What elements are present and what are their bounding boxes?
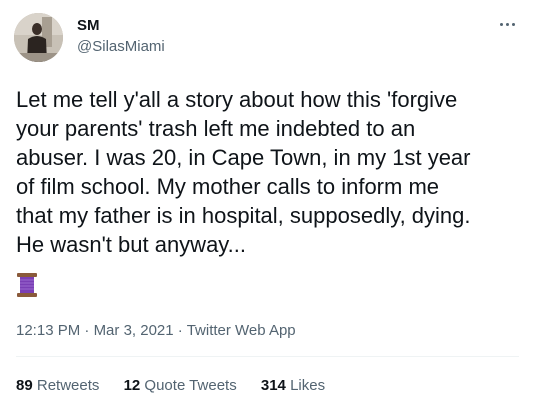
meta-separator: · bbox=[177, 322, 183, 339]
tweet-source[interactable]: Twitter Web App bbox=[187, 322, 296, 339]
tweet-date[interactable]: Mar 3, 2021 bbox=[94, 322, 174, 339]
author-name[interactable]: SM bbox=[77, 17, 100, 35]
retweets-label: Retweets bbox=[36, 377, 100, 394]
divider bbox=[16, 356, 519, 357]
tweet-time[interactable]: 12:13 PM bbox=[16, 322, 80, 339]
quote-tweets-count: 12 bbox=[123, 377, 141, 394]
avatar[interactable] bbox=[14, 13, 63, 62]
avatar-photo bbox=[14, 13, 63, 62]
tweet-meta: 12:13 PM · Mar 3, 2021 · Twitter Web App bbox=[16, 322, 296, 340]
tweet-text: Let me tell y'all a story about how this… bbox=[16, 87, 471, 257]
quote-tweets-label: Quote Tweets bbox=[144, 377, 237, 394]
likes-label: Likes bbox=[290, 377, 326, 394]
more-options-icon[interactable] bbox=[494, 14, 520, 34]
likes-count: 314 bbox=[260, 377, 286, 394]
quote-tweets-stat[interactable]: 12 Quote Tweets bbox=[124, 377, 237, 394]
thread-spool-icon bbox=[16, 272, 38, 298]
tweet-stats: 89 Retweets 12 Quote Tweets 314 Likes bbox=[16, 377, 345, 395]
meta-separator: · bbox=[84, 322, 90, 339]
tweet-card: SM @SilasMiami Let me tell y'all a story… bbox=[0, 0, 535, 412]
retweets-count: 89 bbox=[16, 377, 33, 394]
author-handle[interactable]: @SilasMiami bbox=[77, 38, 165, 56]
likes-stat[interactable]: 314 Likes bbox=[261, 377, 325, 394]
retweets-stat[interactable]: 89 Retweets bbox=[16, 377, 99, 394]
